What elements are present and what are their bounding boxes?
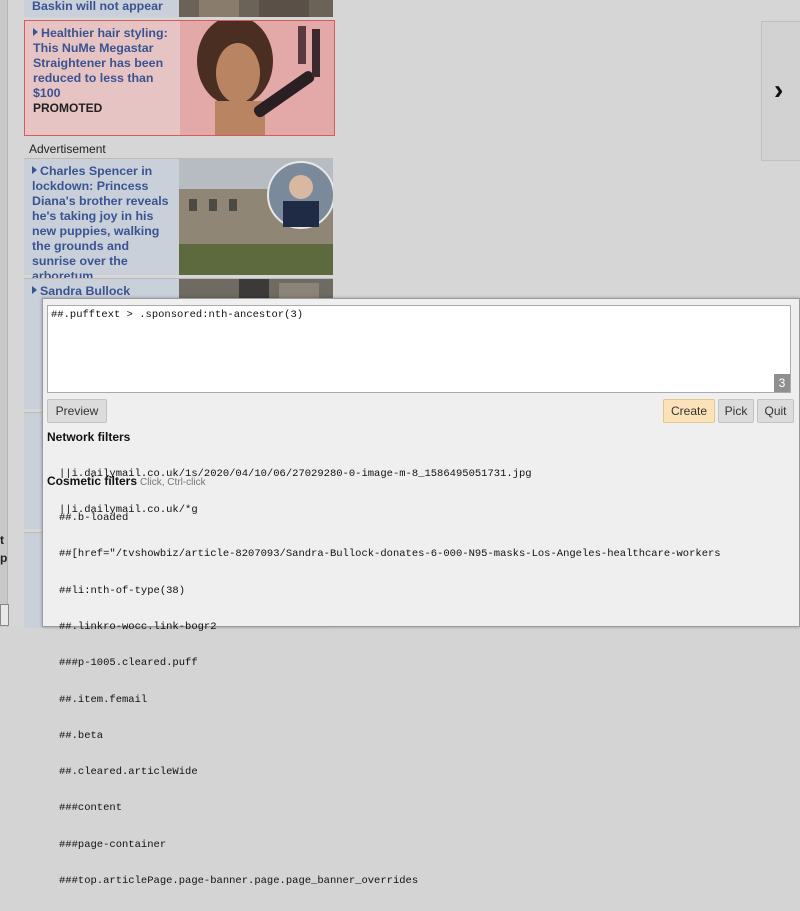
triangle-right-icon <box>32 166 37 174</box>
advertisement-label: Advertisement <box>29 142 106 156</box>
match-count-badge: 3 <box>774 374 790 392</box>
filter-editor-text[interactable]: ##.pufftext > .sponsored:nth-ancestor(3) <box>51 309 303 321</box>
preview-button[interactable]: Preview <box>47 399 107 423</box>
article-charles-spencer-headline[interactable]: Charles Spencer in lockdown: Princess Di… <box>32 164 169 283</box>
cosmetic-filter-item[interactable]: ##.b-loaded <box>59 512 721 524</box>
article-snippet-top[interactable]: Baskin will not appear <box>24 0 333 17</box>
triangle-right-icon <box>32 286 37 294</box>
chevron-right-icon[interactable]: › <box>774 76 783 104</box>
left-fragment-1: t <box>0 533 4 547</box>
cosmetic-filters-list: ##.b-loaded ##[href="/tvshowbiz/article-… <box>59 488 721 911</box>
article-sandra-bullock-headline[interactable]: Sandra Bullock <box>40 284 130 298</box>
cosmetic-filter-item[interactable]: ##.beta <box>59 730 721 742</box>
promoted-article[interactable]: Healthier hair styling: This NuMe Megast… <box>24 16 335 136</box>
create-button[interactable]: Create <box>663 399 715 423</box>
quit-button[interactable]: Quit <box>757 399 794 423</box>
article-charles-spencer[interactable]: Charles Spencer in lockdown: Princess Di… <box>24 158 335 283</box>
article-snippet-top-text[interactable]: Baskin will not appear <box>32 0 174 14</box>
cosmetic-filter-item[interactable]: ##li:nth-of-type(38) <box>59 585 721 597</box>
cosmetic-filter-item[interactable]: ###top.articlePage.page-banner.page.page… <box>59 875 721 887</box>
cosmetic-filter-item[interactable]: ###content <box>59 802 721 814</box>
promoted-label: PROMOTED <box>33 101 103 115</box>
left-card-edge <box>0 604 9 626</box>
article-charles-spencer-text[interactable]: Charles Spencer in lockdown: Princess Di… <box>32 164 174 284</box>
cosmetic-filter-item[interactable]: ##.linkro-wocc.link-bogr2 <box>59 621 721 633</box>
cosmetic-filters-hint: Click, Ctrl-click <box>140 477 206 488</box>
carousel-next-panel[interactable]: › <box>761 21 800 161</box>
cosmetic-filter-item[interactable]: ##.item.femail <box>59 694 721 706</box>
cosmetic-filters-title: Cosmetic filters Click, Ctrl-click <box>47 474 206 488</box>
promoted-article-text[interactable]: Healthier hair styling: This NuMe Megast… <box>33 26 175 116</box>
pick-button[interactable]: Pick <box>718 399 754 423</box>
triangle-right-icon <box>33 28 38 36</box>
network-filters-title: Network filters <box>47 430 131 444</box>
cosmetic-filter-item[interactable]: ###page-container <box>59 839 721 851</box>
promoted-image[interactable] <box>180 16 334 135</box>
cosmetic-filter-item[interactable]: ##.cleared.articleWide <box>59 766 721 778</box>
article-sandra-bullock-text[interactable]: Sandra Bullock <box>32 284 174 299</box>
article-snippet-top-image[interactable] <box>179 0 333 17</box>
filter-editor[interactable]: ##.pufftext > .sponsored:nth-ancestor(3)… <box>47 305 791 393</box>
cosmetic-filter-item[interactable]: ###p-1005.cleared.puff <box>59 657 721 669</box>
cosmetic-filter-item[interactable]: ##[href="/tvshowbiz/article-8207093/Sand… <box>59 548 721 560</box>
left-fragment-2: p <box>0 551 8 565</box>
cosmetic-filters-title-text: Cosmetic filters <box>47 474 138 488</box>
promoted-headline[interactable]: Healthier hair styling: This NuMe Megast… <box>33 26 168 100</box>
article-charles-spencer-image[interactable] <box>179 159 335 275</box>
element-picker-dialog: ##.pufftext > .sponsored:nth-ancestor(3)… <box>42 298 800 887</box>
